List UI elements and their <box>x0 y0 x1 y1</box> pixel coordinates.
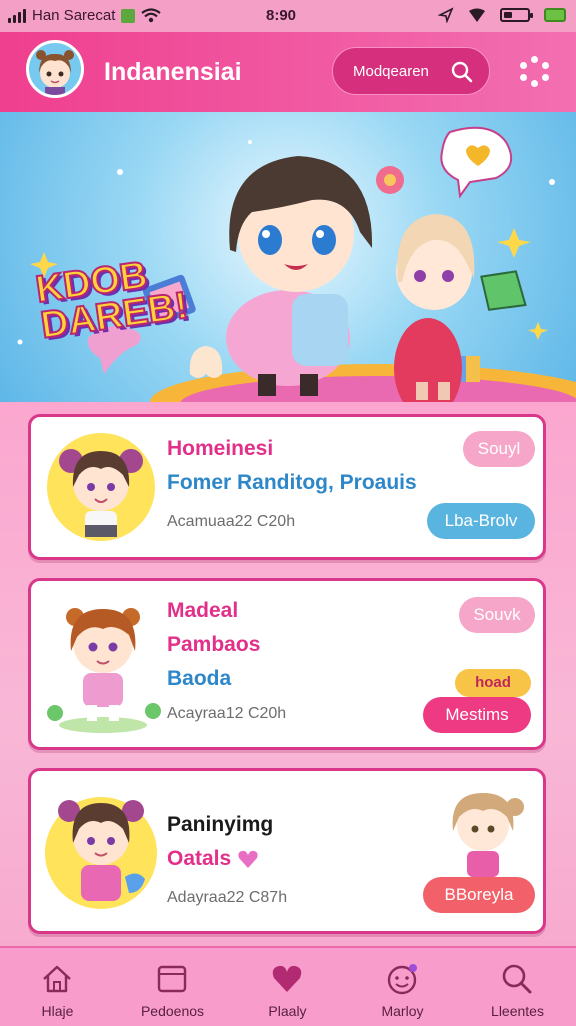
app-notification-icon <box>121 8 136 23</box>
signal-icon <box>8 8 26 23</box>
character-thumbnail <box>45 797 157 909</box>
card-subtitle: Pambaos <box>167 633 261 656</box>
search-button[interactable]: Modqearen <box>332 47 490 95</box>
manga-card[interactable]: Paninyimg Oatals Adayraa22 C87h BBoreyla <box>28 768 546 934</box>
card-subtitle-row: Oatals <box>167 847 259 871</box>
nav-item-library[interactable]: Pedoenos <box>115 948 230 1026</box>
profile-icon <box>387 964 417 995</box>
read-button[interactable]: BBoreyla <box>423 877 535 913</box>
nav-label-favorites: Plaaly <box>268 1003 307 1019</box>
heart-icon <box>238 850 258 868</box>
read-button[interactable]: Lba-Brolv <box>427 503 535 539</box>
wifi-icon <box>141 8 162 23</box>
avatar-character-icon <box>36 50 74 95</box>
nav-item-favorites[interactable]: Plaaly <box>230 948 345 1026</box>
featured-banner[interactable]: KDOB DAREB! <box>0 112 576 402</box>
card-title: Madeal <box>167 599 239 622</box>
nav-item-search[interactable]: Lleentes <box>460 948 575 1026</box>
banner-illustration <box>17 126 576 402</box>
nav-label-library: Pedoenos <box>140 1003 205 1019</box>
carrier-label: Han Sarecat <box>32 7 116 24</box>
manga-card[interactable]: Madeal Pambaos Baoda Acayraa12 C20h Souv… <box>28 578 546 750</box>
charging-icon <box>544 8 566 22</box>
card-meta: Acayraa12 C20h <box>167 705 287 722</box>
heart-icon <box>272 965 302 992</box>
nav-label-profile: Marloy <box>381 1003 424 1019</box>
status-badge: Souvk <box>459 597 535 633</box>
card-meta: Acamuaa22 C20h <box>167 513 296 530</box>
battery-icon <box>500 8 533 22</box>
app-header: Indanensiai Modqearen <box>0 32 576 112</box>
clock: 8:90 <box>266 7 297 24</box>
card-subtitle-2: Baoda <box>167 667 232 690</box>
card-title: Paninyimg <box>167 813 274 836</box>
home-icon <box>43 965 71 993</box>
nav-label-home: Hlaje <box>41 1003 74 1019</box>
card-subtitle: Fomer Randitog, Proauis <box>167 471 417 494</box>
search-icon <box>502 964 532 994</box>
nav-item-home[interactable]: Hlaje <box>0 948 115 1026</box>
status-bar: Han Sarecat 8:90 <box>0 0 576 32</box>
nav-label-search: Lleentes <box>491 1003 544 1019</box>
nav-item-profile[interactable]: Marloy <box>345 948 460 1026</box>
new-tag-badge: hoad <box>455 669 531 697</box>
side-character-illustration <box>452 793 524 877</box>
search-label: Modqearen <box>353 63 429 80</box>
card-meta: Adayraa22 C87h <box>167 889 288 906</box>
library-icon <box>157 965 187 993</box>
character-thumbnail <box>47 433 155 541</box>
bottom-navigation: Hlaje Pedoenos Plaaly Marloy Lleentes <box>0 946 576 1026</box>
avatar[interactable] <box>26 40 84 98</box>
location-icon <box>438 7 454 23</box>
manga-card[interactable]: Homeinesi Fomer Randitog, Proauis Acamua… <box>28 414 546 560</box>
character-thumbnail <box>47 608 161 733</box>
read-button[interactable]: Mestims <box>423 697 531 733</box>
wifi-strength-icon <box>469 8 485 22</box>
card-subtitle: Oatals <box>167 847 232 870</box>
menu-icon[interactable] <box>520 56 550 87</box>
status-badge: Souyl <box>463 431 535 467</box>
card-title: Homeinesi <box>167 437 274 460</box>
new-tag-label: hoad <box>475 674 511 691</box>
search-icon <box>451 61 473 83</box>
app-title: Indanensiai <box>104 58 242 86</box>
